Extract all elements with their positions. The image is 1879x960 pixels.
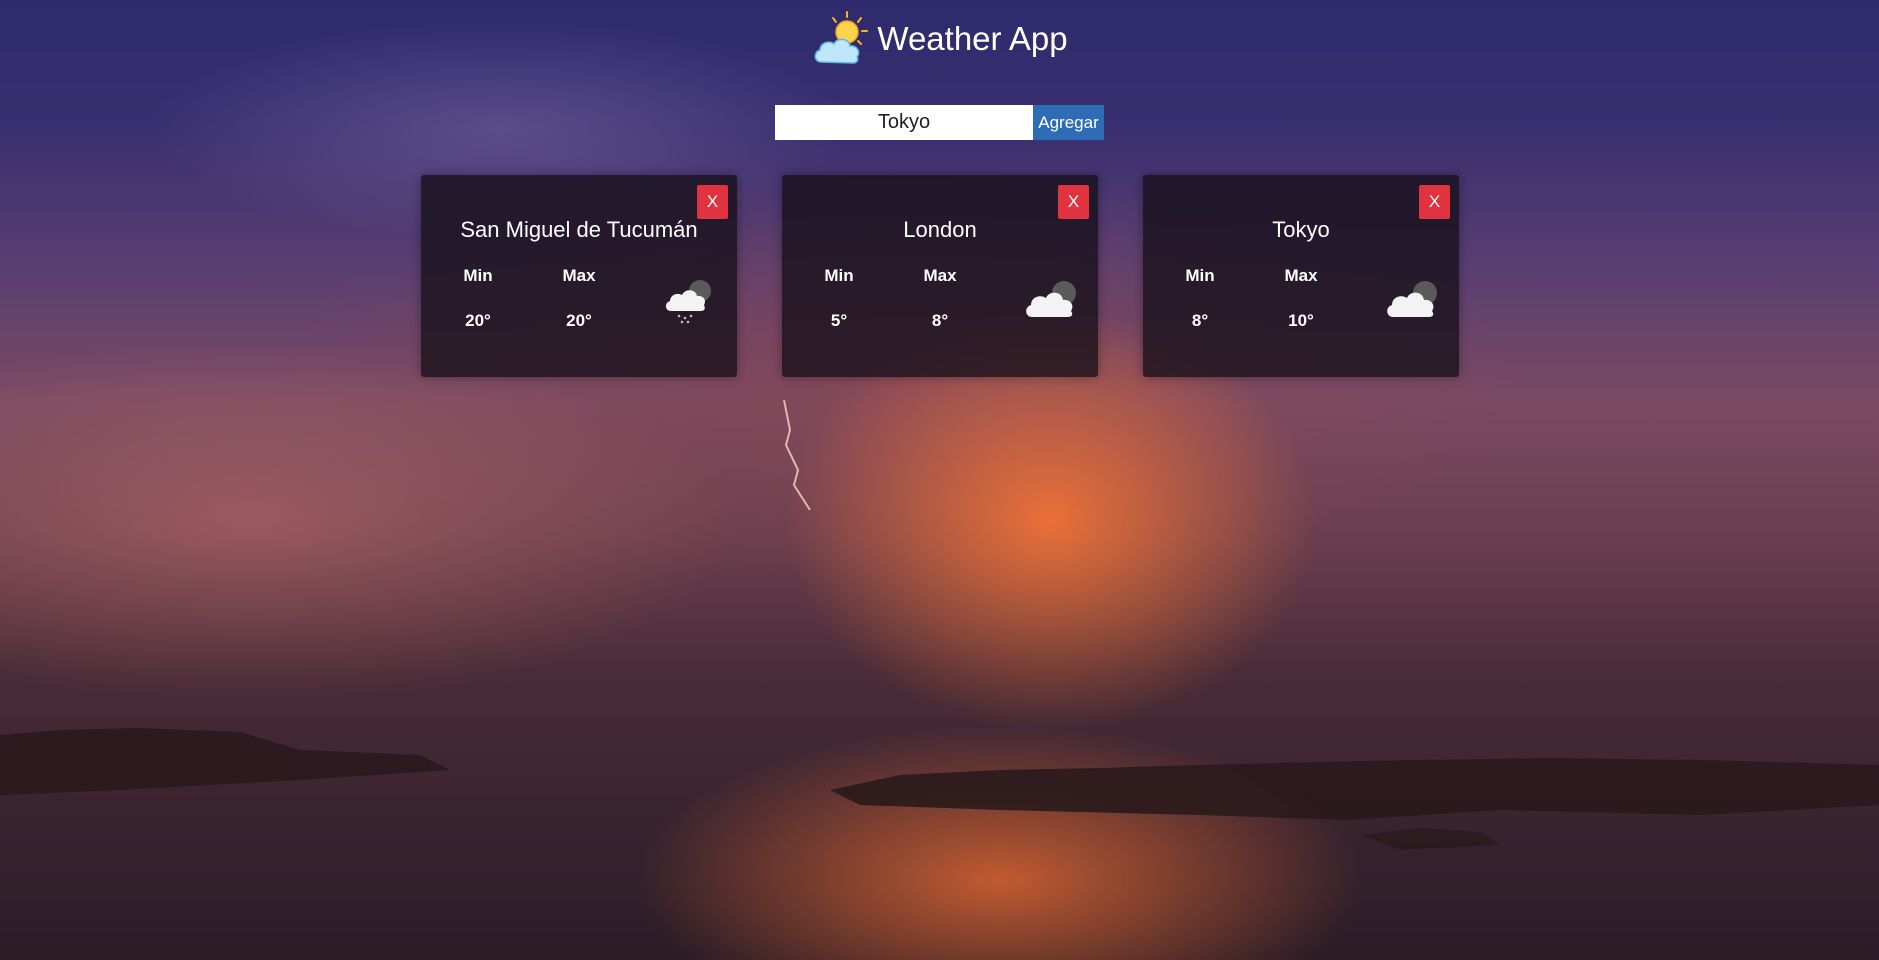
city-search-form: Agregar bbox=[775, 105, 1104, 140]
min-temp-value: 20° bbox=[465, 311, 491, 330]
min-temp-value: 5° bbox=[830, 311, 848, 330]
city-name: San Miguel de Tucumán bbox=[460, 217, 698, 242]
app-title: Weather App bbox=[877, 19, 1068, 57]
min-label: Min bbox=[463, 266, 493, 285]
city-search-input[interactable] bbox=[775, 105, 1033, 140]
city-name: Tokyo bbox=[1272, 217, 1330, 242]
weather-card: X London Min 5° Max 8° bbox=[782, 175, 1098, 377]
app-header: Weather App bbox=[0, 8, 1879, 68]
min-label: Min bbox=[824, 266, 854, 285]
rocks-decoration bbox=[0, 728, 1879, 850]
weather-card: X San Miguel de Tucumán Min 20° Max 20° bbox=[421, 175, 737, 377]
cloud-night-icon bbox=[1026, 281, 1076, 317]
add-city-button[interactable]: Agregar bbox=[1033, 105, 1104, 140]
close-card-button[interactable]: X bbox=[697, 185, 728, 219]
max-label: Max bbox=[1284, 266, 1318, 285]
close-card-button[interactable]: X bbox=[1419, 185, 1450, 219]
min-label: Min bbox=[1185, 266, 1215, 285]
lightning-bolt-decoration bbox=[783, 400, 811, 510]
max-label: Max bbox=[923, 266, 957, 285]
weather-card: X Tokyo Min 8° Max 10° bbox=[1143, 175, 1459, 377]
max-temp-value: 20° bbox=[566, 311, 592, 330]
max-label: Max bbox=[562, 266, 596, 285]
max-temp-value: 8° bbox=[931, 311, 949, 330]
min-temp-value: 8° bbox=[1191, 311, 1209, 330]
rain-cloud-night-icon bbox=[665, 280, 711, 324]
sun-behind-cloud-icon bbox=[814, 11, 869, 64]
close-card-button[interactable]: X bbox=[1058, 185, 1089, 219]
max-temp-value: 10° bbox=[1288, 311, 1314, 330]
weather-cards: X San Miguel de Tucumán Min 20° Max 20° … bbox=[421, 175, 1459, 377]
city-name: London bbox=[903, 217, 977, 242]
cloud-night-icon bbox=[1387, 281, 1437, 317]
